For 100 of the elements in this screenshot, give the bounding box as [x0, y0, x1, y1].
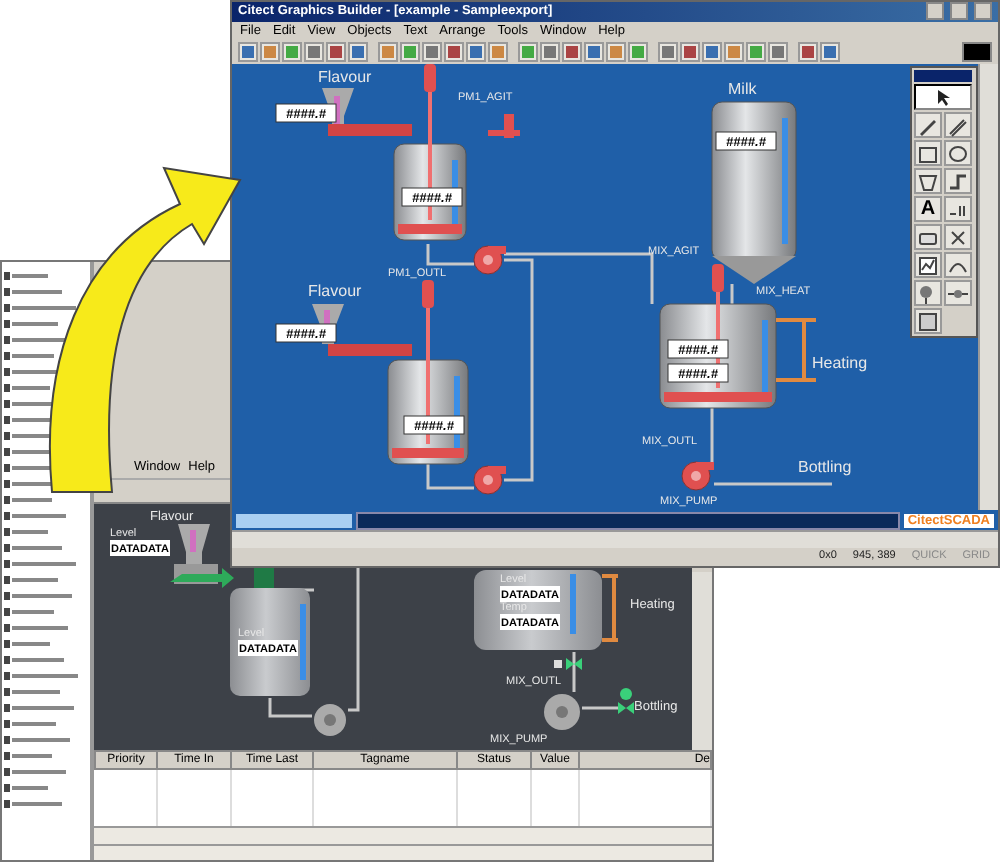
section-label: Flavour — [308, 282, 362, 301]
square-icon — [401, 44, 418, 61]
toolbar-button[interactable] — [539, 42, 560, 63]
toolbar-button[interactable] — [348, 42, 368, 63]
section-label: Heating — [812, 354, 868, 373]
screw-conveyor — [328, 344, 412, 357]
square-icon — [821, 44, 838, 61]
square-icon — [423, 44, 440, 61]
square-icon — [328, 44, 344, 61]
symbol-tool-button[interactable] — [944, 224, 972, 250]
ellipse-tool-button[interactable] — [944, 140, 972, 166]
pump-drawing — [473, 466, 506, 496]
horizontal-scrollbar[interactable] — [94, 826, 712, 844]
gauge-tool-button[interactable] — [944, 252, 972, 278]
polygon-tool-button[interactable] — [914, 168, 942, 194]
pointer-tool-button[interactable] — [914, 84, 972, 110]
toolbar-button[interactable] — [421, 42, 442, 63]
toolbar-button[interactable] — [745, 42, 766, 63]
toolbar-button[interactable] — [605, 42, 626, 63]
toolbar-button[interactable] — [443, 42, 464, 63]
pipe — [426, 244, 474, 267]
pump-drawing — [681, 462, 714, 492]
square-icon — [445, 44, 462, 61]
text-tool-button[interactable]: A — [914, 196, 942, 222]
circle-icon — [946, 141, 970, 165]
square-icon — [725, 44, 742, 61]
genie-tool-button[interactable] — [914, 280, 942, 306]
square-icon — [306, 44, 322, 61]
pump-drawing — [314, 704, 346, 737]
step-line-icon — [946, 169, 970, 193]
minimize-button[interactable] — [926, 2, 944, 21]
rectangle-icon — [916, 141, 940, 165]
square-icon — [747, 44, 764, 61]
toolbar-button[interactable] — [238, 42, 258, 63]
section-label: Bottling — [798, 458, 852, 477]
trend-tool-button[interactable] — [914, 252, 942, 278]
pipe-tool-button[interactable] — [944, 168, 972, 194]
toolbar-button[interactable] — [723, 42, 744, 63]
section-label: Milk — [728, 80, 757, 99]
square-icon — [379, 44, 396, 61]
close-button[interactable] — [974, 2, 992, 21]
double-line-icon — [946, 113, 970, 137]
square-icon — [519, 44, 536, 61]
trapezoid-icon — [916, 169, 940, 193]
square-icon — [467, 44, 484, 61]
chart-icon — [916, 253, 940, 277]
square-icon — [284, 44, 300, 61]
toolbar-button[interactable] — [487, 42, 508, 63]
toolbar-button[interactable] — [701, 42, 722, 63]
arrow-icon — [170, 568, 234, 589]
valve-icon — [618, 688, 634, 715]
toolbar-button[interactable] — [260, 42, 280, 63]
pump-drawing — [544, 694, 580, 731]
square-icon — [681, 44, 698, 61]
toolbar-button[interactable] — [377, 42, 398, 63]
toolbar-button[interactable] — [679, 42, 700, 63]
valve-icon — [554, 658, 582, 671]
pen-tool-button[interactable] — [914, 112, 942, 138]
square-icon — [703, 44, 720, 61]
pencil-tool-button[interactable] — [944, 112, 972, 138]
toolbar-button[interactable] — [561, 42, 582, 63]
square-icon — [541, 44, 558, 61]
button-tool-button[interactable] — [914, 224, 942, 250]
square-icon — [350, 44, 366, 61]
pipe — [426, 464, 474, 491]
toolbar-button[interactable] — [767, 42, 788, 63]
toolbar-button[interactable] — [819, 42, 840, 63]
square-icon — [563, 44, 580, 61]
page-tab[interactable] — [236, 513, 352, 528]
maximize-button[interactable] — [950, 2, 968, 21]
rect-tool-button[interactable] — [914, 140, 942, 166]
square-icon — [769, 44, 786, 61]
bitmap-tool-button[interactable] — [944, 280, 972, 306]
toolbar-button[interactable] — [583, 42, 604, 63]
square-icon — [585, 44, 602, 61]
toolbar-button[interactable] — [797, 42, 818, 63]
toolbar-button[interactable] — [465, 42, 486, 63]
square-icon — [799, 44, 816, 61]
square-icon — [916, 309, 940, 333]
square-icon — [240, 44, 256, 61]
square-icon — [659, 44, 676, 61]
toolbar-button[interactable] — [657, 42, 678, 63]
toolbar-button[interactable] — [399, 42, 420, 63]
cone-drawing — [712, 256, 796, 285]
vertical-scrollbar[interactable] — [978, 64, 998, 511]
toolbar-button[interactable] — [627, 42, 648, 63]
group-tool-button[interactable] — [914, 308, 942, 334]
toolbar-button[interactable] — [517, 42, 538, 63]
square-icon — [489, 44, 506, 61]
pump-drawing — [473, 246, 506, 276]
toolbar-button[interactable] — [304, 42, 324, 63]
pipe — [268, 698, 312, 718]
section-label: Flavour — [318, 68, 372, 87]
number-tool-button[interactable] — [944, 196, 972, 222]
screw-conveyor — [328, 124, 412, 137]
toolbar-button[interactable] — [326, 42, 346, 63]
toolbar-button[interactable] — [282, 42, 302, 63]
valve-drawing — [488, 114, 520, 139]
color-dropdown[interactable] — [961, 42, 993, 63]
vertical-scrollbar[interactable] — [692, 572, 712, 751]
